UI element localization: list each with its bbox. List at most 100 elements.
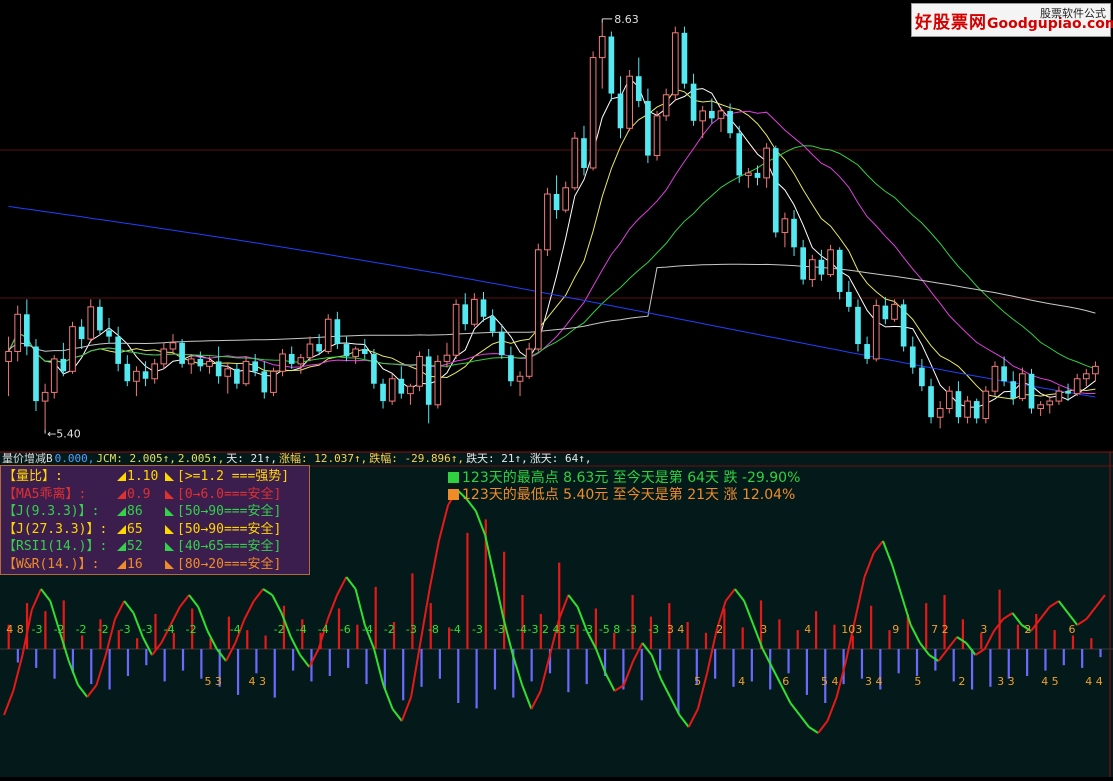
candle-body-down (581, 138, 587, 168)
volume-bar-up (411, 573, 414, 649)
candle-body-up (571, 137, 579, 189)
candle-body-down (900, 304, 907, 347)
candle-body-up (598, 36, 606, 59)
candle-body-up (671, 32, 679, 96)
volume-bar-up (576, 624, 579, 649)
candle-body-down (882, 305, 889, 320)
status-item: 2.005↑, (177, 452, 225, 465)
volume-bar-down (585, 649, 588, 685)
candle-body-down (1001, 366, 1007, 382)
candle-body-up (1073, 378, 1081, 395)
volume-bar-down (126, 649, 130, 676)
candle-body-down (553, 194, 560, 211)
volume-bar-up (925, 603, 928, 649)
indicator-range: [0→6.0===安全] (177, 486, 282, 502)
stock-chart[interactable]: 8.63 ←5.40 4 8 -3 -2 -2 -2 -3 -3 -4 -2 5 3 -4 4 3 -2 -4… (0, 0, 1113, 777)
signal-label: -3 (472, 623, 483, 636)
triangle-up-icon (117, 560, 126, 569)
candle-body-down (736, 133, 743, 176)
signal-label: -4 (450, 623, 461, 636)
candle-body-up (388, 378, 396, 402)
candle-body-down (645, 101, 651, 156)
status-item: 跌幅: -29.896↑, (369, 452, 465, 465)
volume-bar-up (943, 595, 946, 649)
signal-label: 6 (1068, 623, 1075, 636)
candle-body-down (489, 316, 496, 332)
candle-body-down (60, 358, 67, 372)
signal-label: -4 (164, 623, 175, 636)
volume-bar-up (154, 613, 157, 649)
candle-body-down (973, 401, 980, 419)
volume-bar-down (383, 649, 386, 690)
volume-bar-down (952, 649, 955, 682)
indicator-label: 【量比】: (3, 469, 63, 484)
candle-body-up (434, 360, 442, 406)
candle-body-down (124, 363, 131, 382)
volume-bar-down (475, 649, 478, 709)
candle-body-up (50, 358, 58, 393)
low-price-label: ←5.40 (47, 428, 81, 441)
indicator-range: [50→90===安全] (177, 521, 282, 537)
candle-body-down (288, 353, 295, 364)
volume-bar-up (796, 630, 799, 649)
candle-body-down (800, 247, 806, 280)
candle-body-down (97, 306, 103, 331)
volume-bar-down (860, 649, 864, 679)
volume-bar-down (787, 649, 790, 674)
volume-bar-down (1099, 649, 1102, 658)
volume-bar-down (1044, 649, 1047, 671)
signal-label: 4 (804, 623, 811, 636)
signal-label: 5 3 (204, 675, 222, 688)
candle-body-up (653, 115, 661, 157)
signal-label: 4 8 (6, 623, 24, 636)
chart-canvas[interactable]: 8.63 ←5.40 4 8 -3 -2 -2 -2 -3 -3 -4 -2 5 3 -4 4 3 -2 -4… (0, 0, 1113, 777)
signal-label: -3 (648, 623, 659, 636)
signal-label: -3 (120, 623, 131, 636)
candle-body-up (1037, 404, 1044, 410)
indicator-value: 0.9 (127, 486, 151, 502)
volume-bar-up (1071, 635, 1075, 649)
candle-body-down (197, 358, 204, 367)
triangle-down-icon (165, 472, 174, 481)
signal-label: 4 4 (1085, 675, 1103, 688)
volume-bar-down (181, 649, 185, 671)
candle-body-down (425, 356, 432, 405)
volume-bar-up (136, 638, 139, 649)
candle-body-down (508, 355, 514, 382)
signal-label: 2 (958, 675, 965, 688)
candle-body-up (1046, 400, 1054, 406)
candle-body-down (864, 344, 870, 359)
candle-body-up (589, 57, 597, 169)
volume-bar-down (1062, 649, 1065, 666)
signal-label: -2 (274, 623, 285, 636)
volume-bar-down (53, 649, 56, 679)
candle-body-down (617, 93, 624, 129)
signal-label: -3 (582, 623, 593, 636)
logo-tagline: 股票软件公式 (1040, 7, 1106, 20)
candle-body-up (324, 318, 332, 352)
candle-body-down (681, 32, 688, 84)
volume-bar-down (732, 649, 735, 687)
volume-bar-up (246, 630, 249, 649)
signal-label: -4 (296, 623, 307, 636)
candle-body-down (1065, 391, 1071, 394)
signal-label: 3 3 (997, 675, 1015, 688)
signal-label: -4 (362, 623, 373, 636)
candle-body-down (215, 361, 222, 377)
volume-bar-down (145, 649, 148, 666)
volume-bar-up (870, 605, 873, 649)
candle-body-down (106, 330, 112, 337)
status-item: 涨天: 64↑, (529, 452, 592, 465)
candle-body-up (699, 110, 707, 122)
candle-body-up (662, 94, 670, 117)
signal-label: -4 (516, 623, 527, 636)
signal-label: -4 (318, 623, 329, 636)
volume-bar-up (888, 630, 891, 649)
status-item: 量价增减B (2, 452, 53, 465)
candle-body-up (964, 400, 971, 418)
signal-label: -2 (76, 623, 87, 636)
candle-body-up (745, 172, 752, 176)
volume-bar-down (714, 649, 717, 679)
triangle-down-icon (165, 560, 174, 569)
candle-body-down (334, 319, 341, 345)
